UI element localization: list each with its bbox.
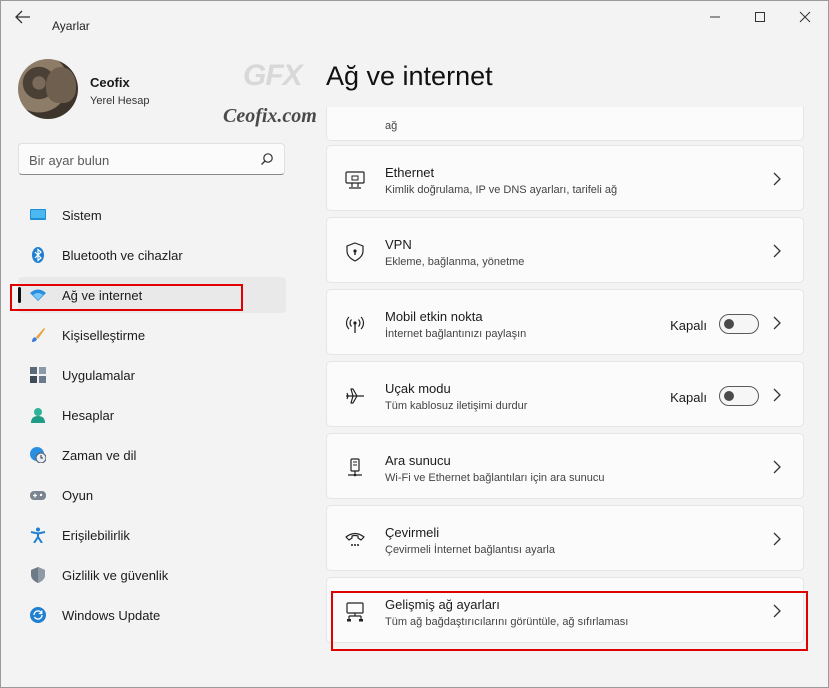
- chevron-right-icon: [773, 388, 781, 402]
- toggle-knob: [724, 391, 734, 401]
- sidebar-item-personalization[interactable]: Kişiselleştirme: [18, 317, 286, 353]
- sidebar-item-windows-update[interactable]: Windows Update: [18, 597, 286, 633]
- accessibility-icon: [30, 527, 46, 543]
- hotspot-icon: [345, 316, 365, 333]
- sidebar-item-privacy[interactable]: Gizlilik ve güvenlik: [18, 557, 286, 593]
- card-proxy[interactable]: Ara sunucu Wi-Fi ve Ethernet bağlantılar…: [326, 433, 804, 499]
- profile-name: Ceofix: [90, 75, 130, 90]
- chevron-right-icon: [773, 532, 781, 546]
- sidebar-item-label: Bluetooth ve cihazlar: [62, 248, 183, 263]
- profile-account-type: Yerel Hesap: [90, 95, 150, 107]
- close-icon[interactable]: [787, 7, 823, 29]
- airplane-icon: [346, 388, 364, 404]
- chevron-right-icon: [773, 244, 781, 258]
- sidebar-item-label: Zaman ve dil: [62, 448, 137, 463]
- sidebar-item-label: Kişiselleştirme: [62, 328, 146, 343]
- app-title: Ayarlar: [52, 19, 90, 33]
- proxy-icon: [348, 458, 362, 477]
- update-icon: [30, 607, 46, 623]
- bluetooth-icon: [32, 247, 44, 263]
- toggle-knob: [724, 319, 734, 329]
- watermark: GFX Ceofix.com: [223, 59, 335, 129]
- toggle-state-label: Kapalı: [670, 390, 707, 405]
- card-title: Ethernet: [385, 165, 435, 180]
- apps-icon: [30, 367, 46, 383]
- card-title: Uçak modu: [385, 381, 451, 396]
- sidebar-item-label: Erişilebilirlik: [62, 528, 130, 543]
- card-dial-up[interactable]: Çevirmeli Çevirmeli İnternet bağlantısı …: [326, 505, 804, 571]
- hotspot-toggle[interactable]: [719, 314, 759, 334]
- search-icon[interactable]: [260, 152, 274, 166]
- partial-card-top[interactable]: ağ: [326, 107, 804, 141]
- sidebar-item-label: Sistem: [62, 208, 102, 223]
- card-title: Mobil etkin nokta: [385, 309, 483, 324]
- gamepad-icon: [30, 491, 46, 500]
- sidebar-item-label: Gizlilik ve güvenlik: [62, 568, 169, 583]
- sidebar-item-label: Windows Update: [62, 608, 161, 623]
- watermark-logo: GFX: [243, 59, 303, 92]
- chevron-right-icon: [773, 172, 781, 186]
- toggle-state-label: Kapalı: [670, 318, 707, 333]
- highlight-box-advanced: [331, 591, 808, 651]
- settings-window: Ayarlar Ceofix Yerel Hesap GFX Ceofix.co…: [0, 0, 829, 688]
- card-ethernet[interactable]: Ethernet Kimlik doğrulama, IP ve DNS aya…: [326, 145, 804, 211]
- card-subtitle: Wi-Fi ve Ethernet bağlantıları için ara …: [385, 472, 605, 484]
- vpn-shield-icon: [346, 242, 364, 262]
- sidebar-item-accounts[interactable]: Hesaplar: [18, 397, 286, 433]
- highlight-box-nav: [10, 284, 243, 311]
- brush-icon: [32, 328, 45, 342]
- globe-clock-icon: [30, 447, 46, 463]
- page-title: Ağ ve internet: [326, 61, 493, 91]
- card-mobile-hotspot[interactable]: Mobil etkin nokta İnternet bağlantınızı …: [326, 289, 804, 355]
- sidebar-item-apps[interactable]: Uygulamalar: [18, 357, 286, 393]
- sidebar-item-label: Oyun: [62, 488, 94, 503]
- maximize-icon[interactable]: [742, 7, 778, 29]
- sidebar-item-time-language[interactable]: Zaman ve dil: [18, 437, 286, 473]
- search-box: [18, 143, 285, 175]
- sidebar-item-sistem[interactable]: Sistem: [18, 197, 286, 233]
- shield-icon: [31, 567, 45, 583]
- sidebar-item-label: Uygulamalar: [62, 368, 135, 383]
- ethernet-icon: [345, 171, 365, 189]
- search-input[interactable]: [29, 150, 249, 170]
- watermark-text: Ceofix.com: [223, 105, 317, 127]
- card-subtitle: Çevirmeli İnternet bağlantısı ayarla: [385, 544, 555, 556]
- back-arrow-icon[interactable]: [15, 10, 35, 26]
- card-title: Ara sunucu: [385, 453, 451, 468]
- card-title: Çevirmeli: [385, 525, 440, 540]
- avatar: [18, 59, 78, 119]
- sidebar-item-label: Hesaplar: [62, 408, 115, 423]
- dialup-icon: [345, 532, 365, 546]
- monitor-icon: [30, 209, 46, 220]
- sidebar-item-accessibility[interactable]: Erişilebilirlik: [18, 517, 286, 553]
- card-subtitle: İnternet bağlantınızı paylaşın: [385, 328, 527, 340]
- sidebar-nav: Sistem Bluetooth ve cihazlar Ağ ve inter…: [18, 197, 286, 637]
- chevron-right-icon: [773, 460, 781, 474]
- card-subtitle: Ekleme, bağlanma, yönetme: [385, 256, 525, 268]
- sidebar-item-bluetooth[interactable]: Bluetooth ve cihazlar: [18, 237, 286, 273]
- airplane-mode-toggle[interactable]: [719, 386, 759, 406]
- minimize-icon[interactable]: [697, 7, 733, 29]
- card-title: VPN: [385, 237, 412, 252]
- person-icon: [31, 408, 45, 423]
- card-airplane-mode[interactable]: Uçak modu Tüm kablosuz iletişimi durdur …: [326, 361, 804, 427]
- card-subtitle: ağ: [385, 120, 398, 132]
- card-vpn[interactable]: VPN Ekleme, bağlanma, yönetme: [326, 217, 804, 283]
- chevron-right-icon: [773, 316, 781, 330]
- title-bar: Ayarlar: [1, 1, 828, 35]
- card-subtitle: Kimlik doğrulama, IP ve DNS ayarları, ta…: [385, 184, 618, 196]
- card-subtitle: Tüm kablosuz iletişimi durdur: [385, 400, 528, 412]
- sidebar-item-gaming[interactable]: Oyun: [18, 477, 286, 513]
